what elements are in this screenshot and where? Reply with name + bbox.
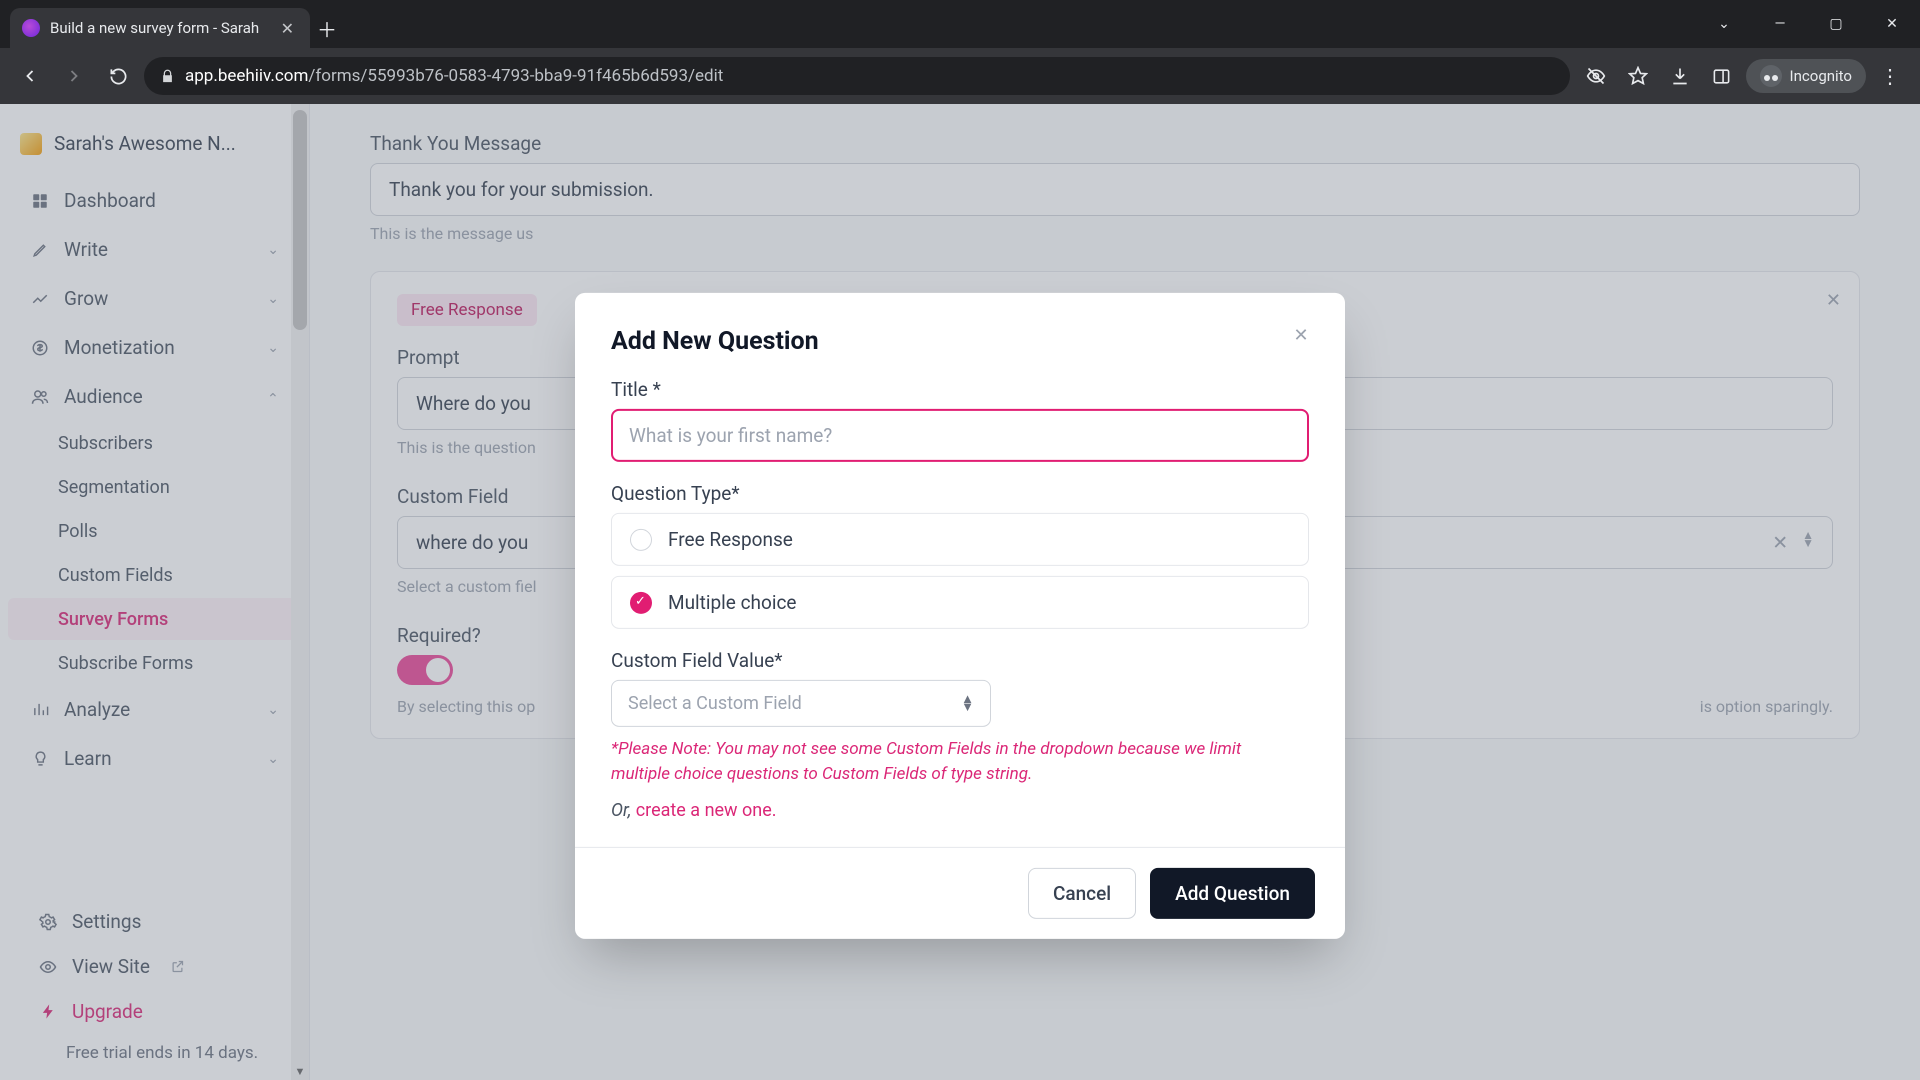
qtype-option-multiple-choice[interactable]: Multiple choice [611, 576, 1309, 629]
custom-field-note: *Please Note: You may not see some Custo… [611, 737, 1271, 786]
browser-menu-icon[interactable]: ⋮ [1872, 64, 1908, 88]
modal-close-button[interactable]: ✕ [1285, 319, 1317, 351]
window-maximize-icon[interactable]: ▢ [1808, 0, 1864, 48]
window-minimize-icon[interactable]: ― [1752, 0, 1808, 48]
add-question-button[interactable]: Add Question [1150, 868, 1315, 919]
favicon [22, 19, 40, 37]
browser-titlebar: Build a new survey form - Sarah ✕ ＋ ⌄ ― … [0, 0, 1920, 48]
create-new-link[interactable]: create a new one. [636, 800, 777, 821]
window-dropdown-icon[interactable]: ⌄ [1696, 0, 1752, 48]
incognito-label: Incognito [1790, 67, 1852, 85]
nav-back-icon[interactable] [12, 58, 48, 94]
incognito-icon [1760, 65, 1782, 87]
address-bar[interactable]: app.beehiiv.com/forms/55993b76-0583-4793… [144, 57, 1570, 95]
qtype-option-free-response[interactable]: Free Response [611, 513, 1309, 566]
lock-icon [160, 69, 175, 84]
side-panel-icon[interactable] [1704, 58, 1740, 94]
download-icon[interactable] [1662, 58, 1698, 94]
bookmark-star-icon[interactable] [1620, 58, 1656, 94]
browser-tab[interactable]: Build a new survey form - Sarah ✕ [10, 8, 310, 48]
incognito-badge[interactable]: Incognito [1746, 59, 1866, 93]
browser-toolbar: app.beehiiv.com/forms/55993b76-0583-4793… [0, 48, 1920, 104]
radio-icon [630, 528, 652, 550]
window-controls: ⌄ ― ▢ ✕ [1696, 0, 1920, 48]
cfv-label: Custom Field Value* [611, 649, 1309, 672]
cancel-button[interactable]: Cancel [1028, 868, 1136, 919]
select-placeholder: Select a Custom Field [628, 693, 802, 714]
add-question-modal: ✕ Add New Question Title * Question Type… [575, 293, 1345, 939]
nav-reload-icon[interactable] [100, 58, 136, 94]
custom-field-value-select[interactable]: Select a Custom Field ▲▼ [611, 680, 991, 727]
title-label: Title * [611, 378, 1309, 401]
option-label: Free Response [668, 528, 793, 551]
radio-selected-icon [630, 591, 652, 613]
or-create-line: Or, create a new one. [611, 800, 1309, 821]
title-input[interactable] [611, 409, 1309, 462]
new-tab-button[interactable]: ＋ [310, 8, 344, 48]
window-close-icon[interactable]: ✕ [1864, 0, 1920, 48]
tab-close-icon[interactable]: ✕ [281, 19, 294, 38]
nav-forward-icon[interactable] [56, 58, 92, 94]
eye-off-icon[interactable] [1578, 58, 1614, 94]
option-label: Multiple choice [668, 591, 796, 614]
url-text: app.beehiiv.com/forms/55993b76-0583-4793… [185, 66, 723, 86]
modal-title: Add New Question [611, 327, 1309, 356]
select-chevron-icon: ▲▼ [961, 696, 974, 712]
qtype-label: Question Type* [611, 482, 1309, 505]
tab-title: Build a new survey form - Sarah [50, 19, 271, 37]
